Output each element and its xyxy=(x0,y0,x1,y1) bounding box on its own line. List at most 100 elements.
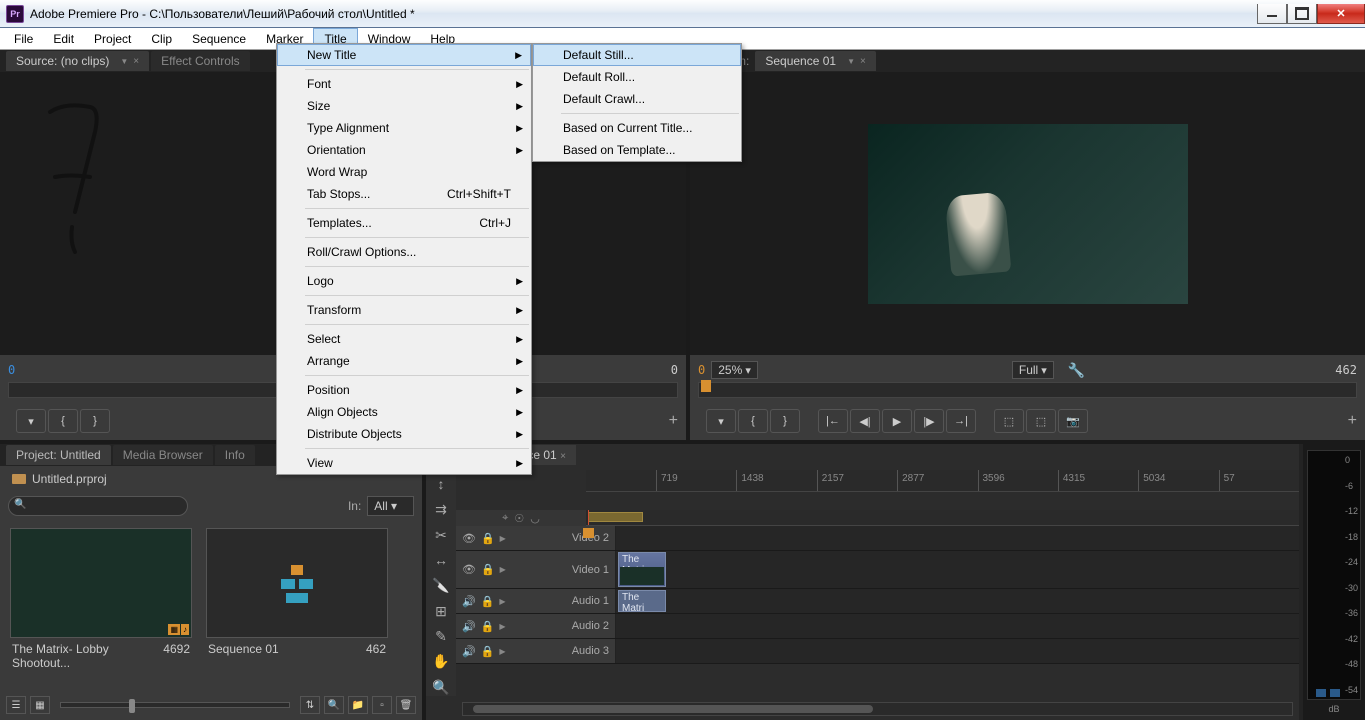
zoom-tool-icon[interactable]: 🔍 xyxy=(432,679,450,696)
step-back-button[interactable]: ◀| xyxy=(850,409,880,433)
timeline-hscrollbar[interactable] xyxy=(462,702,1293,716)
play-button[interactable]: ▶ xyxy=(882,409,912,433)
resolution-dropdown[interactable]: Full ▾ xyxy=(1012,361,1054,379)
track-header[interactable]: 👁🔒▶Video 1 xyxy=(456,551,616,588)
in-filter-dropdown[interactable]: All ▾ xyxy=(367,496,414,516)
clip-thumbnail-2[interactable]: Sequence 01462 xyxy=(206,528,388,674)
find-button[interactable]: 🔍 xyxy=(324,696,344,714)
extract-button[interactable]: ⬚ xyxy=(1026,409,1056,433)
add-button-icon[interactable]: + xyxy=(669,412,678,430)
title-menu-item[interactable]: New Title▶ xyxy=(277,44,531,66)
expand-icon[interactable]: ▶ xyxy=(499,597,505,606)
expand-icon[interactable]: ▶ xyxy=(499,647,505,656)
overview-range[interactable] xyxy=(588,512,643,522)
new-item-button[interactable]: ▫ xyxy=(372,696,392,714)
track-lane[interactable] xyxy=(616,526,1299,550)
zoom-slider[interactable] xyxy=(60,702,290,708)
newtitle-submenu-item[interactable]: Default Crawl... xyxy=(533,88,741,110)
track-lane[interactable] xyxy=(616,614,1299,638)
menu-file[interactable]: File xyxy=(4,28,43,49)
title-menu-item[interactable]: View▶ xyxy=(277,452,531,474)
slip-tool-icon[interactable]: ⊞ xyxy=(432,603,450,620)
lock-icon[interactable]: 🔒 xyxy=(481,595,495,608)
snap-icon[interactable]: ⌖ xyxy=(502,512,508,525)
mark-out-button[interactable]: } xyxy=(770,409,800,433)
add-marker-button[interactable]: ▾ xyxy=(706,409,736,433)
pen-tool-icon[interactable]: ✎ xyxy=(432,628,450,645)
lock-icon[interactable]: 🔒 xyxy=(481,620,495,633)
effect-controls-tab[interactable]: Effect Controls xyxy=(151,51,249,71)
zoom-dropdown[interactable]: 25% ▾ xyxy=(711,361,758,379)
title-menu-item[interactable]: Position▶ xyxy=(277,379,531,401)
source-tc-out[interactable]: 0 xyxy=(671,363,678,377)
speaker-icon[interactable]: 🔊 xyxy=(462,595,476,608)
speaker-icon[interactable]: 🔊 xyxy=(462,620,476,633)
expand-icon[interactable]: ▶ xyxy=(500,565,506,574)
go-to-in-button[interactable]: |← xyxy=(818,409,848,433)
lock-icon[interactable]: 🔒 xyxy=(481,563,495,576)
new-bin-button[interactable]: 📁 xyxy=(348,696,368,714)
track-header[interactable]: 🔊🔒▶Audio 2 xyxy=(456,614,616,638)
program-tc-current[interactable]: 0 xyxy=(698,363,705,377)
maximize-button[interactable] xyxy=(1287,4,1317,24)
eye-icon[interactable]: 👁 xyxy=(462,532,476,545)
close-button[interactable] xyxy=(1317,4,1365,24)
newtitle-submenu-item[interactable]: Based on Current Title... xyxy=(533,117,741,139)
settings-wrench-icon[interactable]: 🔧 xyxy=(1068,362,1085,379)
newtitle-submenu-item[interactable]: Default Roll... xyxy=(533,66,741,88)
title-menu-item[interactable]: Logo▶ xyxy=(277,270,531,292)
rate-stretch-tool-icon[interactable]: ↔ xyxy=(432,552,450,569)
project-search-input[interactable] xyxy=(8,496,188,516)
list-view-button[interactable]: ☰ xyxy=(6,696,26,714)
eye-icon[interactable]: 👁 xyxy=(462,563,476,576)
track-header[interactable]: 🔊🔒▶Audio 1 xyxy=(456,589,616,613)
mark-in-button[interactable]: { xyxy=(738,409,768,433)
icon-view-button[interactable]: ▦ xyxy=(30,696,50,714)
marker-icon[interactable]: ◡ xyxy=(530,512,540,525)
menu-edit[interactable]: Edit xyxy=(43,28,84,49)
go-to-out-button[interactable]: →| xyxy=(946,409,976,433)
marker-button[interactable]: ▾ xyxy=(16,409,46,433)
delete-button[interactable]: 🗑 xyxy=(396,696,416,714)
hand-tool-icon[interactable]: ✋ xyxy=(432,653,450,670)
export-frame-button[interactable]: 📷 xyxy=(1058,409,1088,433)
timeline-clip[interactable]: The Matri xyxy=(618,552,666,587)
title-menu-item[interactable]: Type Alignment▶ xyxy=(277,117,531,139)
newtitle-submenu-item[interactable]: Default Still... xyxy=(533,44,741,66)
title-menu-item[interactable]: Size▶ xyxy=(277,95,531,117)
timeline-clip[interactable]: The Matri xyxy=(618,590,666,612)
source-tab[interactable]: Source: (no clips)▼× xyxy=(6,51,149,71)
track-header[interactable]: 🔊🔒▶Audio 3 xyxy=(456,639,616,663)
title-menu-item[interactable]: Templates...Ctrl+J xyxy=(277,212,531,234)
title-menu-item[interactable]: Orientation▶ xyxy=(277,139,531,161)
minimize-button[interactable] xyxy=(1257,4,1287,24)
title-menu-item[interactable]: Select▶ xyxy=(277,328,531,350)
menu-clip[interactable]: Clip xyxy=(141,28,182,49)
linked-selection-icon[interactable]: ☉ xyxy=(514,512,524,525)
razor-tool-icon[interactable]: 🔪 xyxy=(432,577,450,594)
timeline-playhead[interactable] xyxy=(588,510,589,525)
source-tc-in[interactable]: 0 xyxy=(8,363,15,377)
title-menu-item[interactable]: Transform▶ xyxy=(277,299,531,321)
lift-button[interactable]: ⬚ xyxy=(994,409,1024,433)
program-tab[interactable]: Sequence 01▼× xyxy=(755,51,876,71)
track-lane[interactable]: The Matri xyxy=(616,589,1299,613)
timeline-timecode[interactable] xyxy=(456,470,586,510)
menu-sequence[interactable]: Sequence xyxy=(182,28,256,49)
newtitle-submenu-item[interactable]: Based on Template... xyxy=(533,139,741,161)
add-transport-button-icon[interactable]: + xyxy=(1348,412,1357,430)
info-tab[interactable]: Info xyxy=(215,445,255,465)
expand-icon[interactable]: ▶ xyxy=(500,534,506,543)
selection-tool-icon[interactable]: ↕ xyxy=(432,476,450,493)
sort-button[interactable]: ⇅ xyxy=(300,696,320,714)
program-monitor[interactable] xyxy=(690,72,1365,355)
track-select-tool-icon[interactable]: ⇉ xyxy=(432,501,450,518)
title-menu-item[interactable]: Roll/Crawl Options... xyxy=(277,241,531,263)
track-lane[interactable]: The Matri xyxy=(616,551,1299,588)
playhead-marker[interactable] xyxy=(701,380,711,392)
title-menu-item[interactable]: Align Objects▶ xyxy=(277,401,531,423)
title-menu-item[interactable]: Arrange▶ xyxy=(277,350,531,372)
menu-project[interactable]: Project xyxy=(84,28,141,49)
program-tc-duration[interactable]: 462 xyxy=(1335,363,1357,377)
track-lane[interactable] xyxy=(616,639,1299,663)
